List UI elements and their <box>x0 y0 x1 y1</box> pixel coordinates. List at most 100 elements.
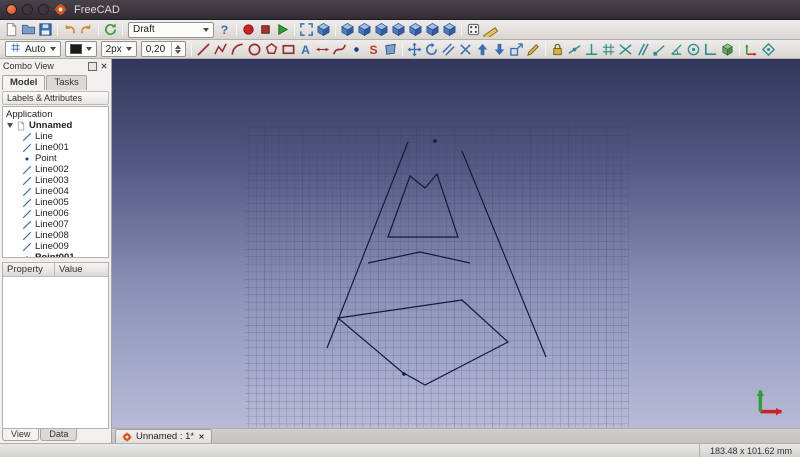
window-close-button[interactable] <box>6 4 17 15</box>
spin-up-icon[interactable] <box>175 44 182 49</box>
tree-item-line009[interactable]: Line009 <box>3 241 108 252</box>
snap-working-plane-icon[interactable] <box>719 41 736 58</box>
snap-midpoint-icon[interactable] <box>566 41 583 58</box>
tree-item-line007[interactable]: Line007 <box>3 219 108 230</box>
undo-icon[interactable] <box>61 21 78 38</box>
draft-arc-icon[interactable] <box>229 41 246 58</box>
draft-upgrade-icon[interactable] <box>474 41 491 58</box>
labels-attributes-header[interactable]: Labels & Attributes <box>2 91 109 105</box>
tree-item-line006[interactable]: Line006 <box>3 208 108 219</box>
float-panel-icon[interactable] <box>88 61 97 71</box>
snap-angle-icon[interactable] <box>668 41 685 58</box>
macro-execute-icon[interactable] <box>274 21 291 38</box>
snap-endpoint-icon[interactable] <box>651 41 668 58</box>
tree-item-line003[interactable]: Line003 <box>3 175 108 186</box>
draft-polygon-icon[interactable] <box>263 41 280 58</box>
draft-offset-icon[interactable] <box>440 41 457 58</box>
document-tab[interactable]: Unnamed : 1* <box>115 429 213 443</box>
working-plane-selector[interactable]: Auto <box>5 41 61 57</box>
view-isometric-icon[interactable] <box>339 21 356 38</box>
3d-viewport[interactable] <box>112 59 800 428</box>
macro-stop-icon[interactable] <box>257 21 274 38</box>
snap-grid-icon[interactable] <box>600 41 617 58</box>
toggle-axes-icon[interactable] <box>743 41 760 58</box>
snap-ortho-icon[interactable] <box>702 41 719 58</box>
view-bottom-icon[interactable] <box>424 21 441 38</box>
property-column-header[interactable]: Property <box>3 263 55 276</box>
draft-line-icon[interactable] <box>195 41 212 58</box>
snap-lock-icon[interactable] <box>549 41 566 58</box>
new-document-icon[interactable] <box>3 21 20 38</box>
draft-dimension-icon[interactable] <box>314 41 331 58</box>
spin-down-icon[interactable] <box>175 49 182 54</box>
expander-icon[interactable] <box>7 123 13 128</box>
tree-item-line[interactable]: Line <box>3 131 108 142</box>
global-scale-spinbox[interactable]: 0,20 <box>140 41 187 57</box>
snap-center-icon[interactable] <box>685 41 702 58</box>
draft-circle-icon[interactable] <box>246 41 263 58</box>
view-top-icon[interactable] <box>373 21 390 38</box>
line-color-swatch[interactable] <box>64 41 97 57</box>
tree-document-row[interactable]: Unnamed <box>3 120 108 131</box>
tree-item-line001[interactable]: Line001 <box>3 142 108 153</box>
draft-edit-icon[interactable] <box>525 41 542 58</box>
line-width-combo[interactable]: 2px <box>100 41 137 57</box>
save-document-icon[interactable] <box>37 21 54 38</box>
sketch-point-1[interactable] <box>402 372 406 376</box>
redo-icon[interactable] <box>78 21 95 38</box>
measure-distance-icon[interactable] <box>482 21 499 38</box>
draw-style-icon[interactable] <box>315 21 332 38</box>
draft-scale-icon[interactable] <box>508 41 525 58</box>
view-right-icon[interactable] <box>390 21 407 38</box>
snap-perpendicular-icon[interactable] <box>583 41 600 58</box>
value-column-header[interactable]: Value <box>55 263 87 276</box>
open-document-icon[interactable] <box>20 21 37 38</box>
draft-text-icon[interactable] <box>297 41 314 58</box>
macro-record-icon[interactable] <box>240 21 257 38</box>
draft-downgrade-icon[interactable] <box>491 41 508 58</box>
close-panel-icon[interactable] <box>99 62 108 71</box>
whats-this-icon[interactable] <box>216 21 233 38</box>
draft-facebinder-icon[interactable] <box>382 41 399 58</box>
tree-item-line005[interactable]: Line005 <box>3 197 108 208</box>
line-icon <box>21 208 32 219</box>
global-scale-spinbox-value: 0,20 <box>145 43 166 55</box>
draft-wire-icon[interactable] <box>212 41 229 58</box>
draft-rectangle-icon[interactable] <box>280 41 297 58</box>
grid-icon <box>10 42 21 56</box>
view-front-icon[interactable] <box>356 21 373 38</box>
scene-canvas[interactable] <box>112 59 800 428</box>
tab-data[interactable]: Data <box>40 429 78 441</box>
draft-move-icon[interactable] <box>406 41 423 58</box>
draft-rotate-icon[interactable] <box>423 41 440 58</box>
snap-intersection-icon[interactable] <box>617 41 634 58</box>
tab-view[interactable]: View <box>2 429 40 441</box>
tree-item-label: Line001 <box>35 142 69 153</box>
property-view-tabs: View Data <box>0 429 111 443</box>
draft-shapestring-icon[interactable] <box>365 41 382 58</box>
sketch-point-0[interactable] <box>433 139 437 143</box>
workbench-selector[interactable]: Draft <box>128 21 214 38</box>
view-rear-icon[interactable] <box>407 21 424 38</box>
toggle-snap-icon[interactable] <box>760 41 777 58</box>
draft-trimex-icon[interactable] <box>457 41 474 58</box>
tree-item-point[interactable]: Point <box>3 153 108 164</box>
tab-tasks[interactable]: Tasks <box>46 75 87 90</box>
tree-item-line002[interactable]: Line002 <box>3 164 108 175</box>
draft-bspline-icon[interactable] <box>331 41 348 58</box>
snap-parallel-icon[interactable] <box>634 41 651 58</box>
view-left-icon[interactable] <box>441 21 458 38</box>
toolbar-separator <box>294 23 295 36</box>
close-tab-icon[interactable] <box>198 433 205 440</box>
tree-item-line008[interactable]: Line008 <box>3 230 108 241</box>
tab-model[interactable]: Model <box>2 75 46 90</box>
tree-item-line004[interactable]: Line004 <box>3 186 108 197</box>
window-minimize-button[interactable] <box>22 4 33 15</box>
random-color-icon[interactable] <box>465 21 482 38</box>
draft-point-icon[interactable] <box>348 41 365 58</box>
fit-all-icon[interactable] <box>298 21 315 38</box>
tree-application-root[interactable]: Application <box>3 108 108 120</box>
window-maximize-button[interactable] <box>38 4 49 15</box>
refresh-icon[interactable] <box>102 21 119 38</box>
property-table-header: Property Value <box>3 263 108 277</box>
